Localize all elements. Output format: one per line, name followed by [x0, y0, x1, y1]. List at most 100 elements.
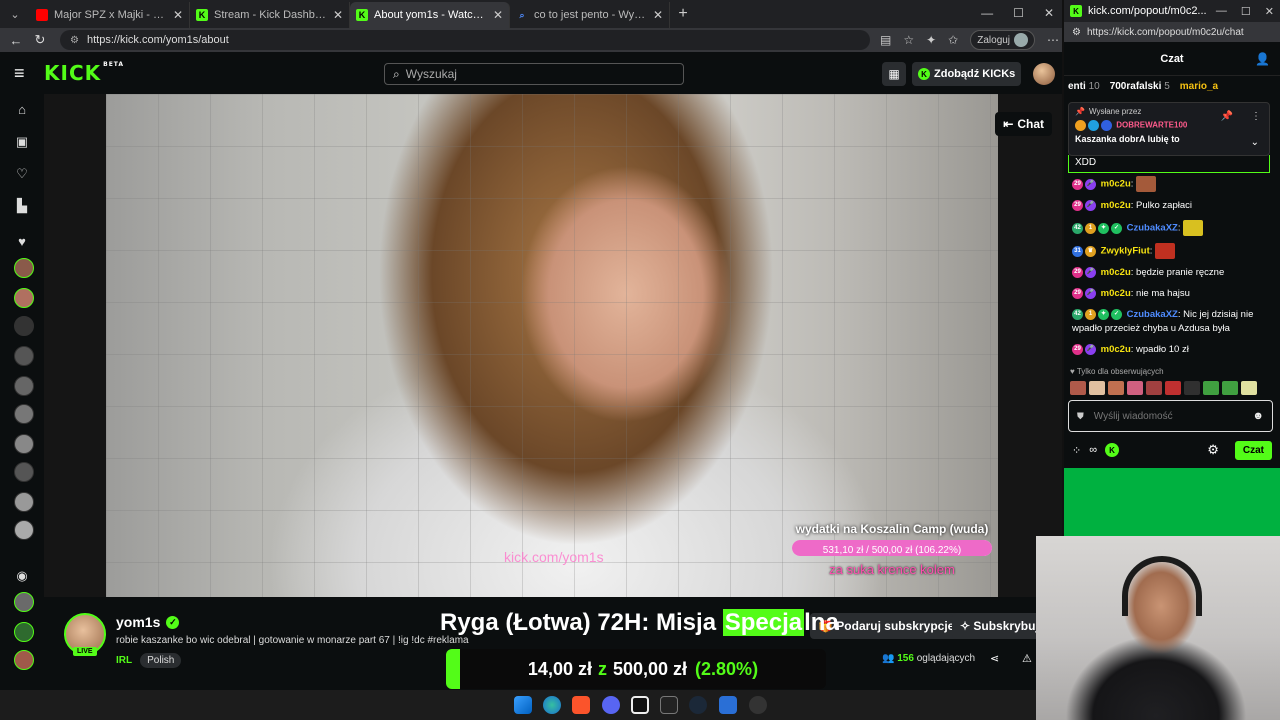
epic-games-icon[interactable]	[660, 696, 678, 714]
back-icon[interactable]: ←	[4, 33, 28, 48]
channel-name[interactable]: yom1s	[116, 614, 160, 630]
kick-icon[interactable]: K	[1105, 443, 1120, 457]
site-info-icon[interactable]: ⚙	[1072, 27, 1081, 38]
chat-username[interactable]: CzubakaXZ	[1127, 223, 1178, 234]
followed-channel-avatar[interactable]	[14, 316, 34, 336]
infinity-icon[interactable]: ∞	[1089, 444, 1097, 456]
url-field[interactable]: ⚙ https://kick.com/yom1s/about	[60, 30, 870, 50]
maximize-icon[interactable]: ☐	[1013, 6, 1024, 20]
chat-url-bar[interactable]: ⚙ https://kick.com/popout/m0c2u/chat	[1064, 22, 1280, 42]
tab-search[interactable]: ⌕ co to jest pento - Wyszukaj ✕	[510, 2, 670, 28]
new-tab-button[interactable]: +	[670, 5, 696, 23]
windows-start-icon[interactable]	[514, 696, 532, 714]
followed-channel-avatar[interactable]	[14, 288, 34, 308]
get-kicks-button[interactable]: K Zdobądź KICKs	[912, 62, 1022, 86]
emote-icon[interactable]	[1127, 381, 1143, 395]
site-info-icon[interactable]: ⚙	[70, 35, 79, 46]
profile-button[interactable]: Zaloguj	[970, 30, 1036, 50]
reload-icon[interactable]: ↻	[28, 32, 52, 48]
app-icon[interactable]	[631, 696, 649, 714]
emote-icon[interactable]	[1108, 381, 1124, 395]
brave-icon[interactable]	[572, 696, 590, 714]
more-menu-icon[interactable]: ⋯	[1047, 33, 1059, 47]
chat-toggle-button[interactable]: ⇤ Chat	[995, 112, 1052, 136]
share-icon[interactable]: ⋖	[990, 652, 999, 665]
chat-username[interactable]: m0c2u	[1101, 179, 1131, 190]
chat-username[interactable]: m0c2u	[1101, 288, 1131, 299]
chat-send-button[interactable]: Czat	[1234, 440, 1272, 460]
language-tag[interactable]: Polish	[140, 653, 182, 668]
tab-search-icon[interactable]: ⌄	[0, 8, 30, 21]
home-icon[interactable]: ⌂	[14, 102, 30, 118]
followed-channel-avatar[interactable]	[14, 346, 34, 366]
pinned-user[interactable]: DOBREWARTE100	[1116, 121, 1187, 130]
app-icon[interactable]	[719, 696, 737, 714]
emote-icon[interactable]	[1165, 381, 1181, 395]
report-icon[interactable]: ⚠	[1022, 652, 1032, 665]
browse-icon[interactable]: ▣	[14, 134, 30, 150]
emote-icon[interactable]	[1203, 381, 1219, 395]
recommended-channel-avatar[interactable]	[14, 592, 34, 612]
chat-username[interactable]: m0c2u	[1101, 200, 1131, 211]
chat-username[interactable]: m0c2u	[1101, 267, 1131, 278]
minimize-icon[interactable]: —	[1216, 5, 1227, 18]
followed-channel-avatar[interactable]	[14, 462, 34, 482]
users-icon[interactable]: 👤	[1255, 52, 1270, 66]
points-icon[interactable]: ⁘	[1072, 444, 1081, 457]
emote-icon[interactable]	[1241, 381, 1257, 395]
edge-icon[interactable]	[543, 696, 561, 714]
subscribe-button[interactable]: ✧ Subskrybuj	[952, 613, 1042, 639]
followed-channel-avatar[interactable]	[14, 376, 34, 396]
chat-username[interactable]: m0c2u	[1101, 344, 1131, 355]
category-link[interactable]: IRL	[116, 655, 132, 666]
steam-icon[interactable]	[689, 696, 707, 714]
discord-icon[interactable]	[602, 696, 620, 714]
tab-kick-dashboard[interactable]: K Stream - Kick Dashboard ✕	[190, 2, 350, 28]
followed-channel-avatar[interactable]	[14, 258, 34, 278]
emote-icon[interactable]	[1184, 381, 1200, 395]
emote-icon[interactable]	[1222, 381, 1238, 395]
emote-icon[interactable]	[1089, 381, 1105, 395]
tab-about-yom1s[interactable]: K About yom1s - Watch Live on ✕	[350, 2, 510, 28]
emote-icon[interactable]	[1146, 381, 1162, 395]
extensions-icon[interactable]: ✦	[926, 33, 936, 47]
tab-youtube[interactable]: Major SPZ x Majki - "Kalinka" - Yo ✕	[30, 2, 190, 28]
pinned-message[interactable]: 📌 Wysłane przez DOBREWARTE100 Kaszanka do…	[1068, 102, 1270, 156]
close-icon[interactable]: ✕	[493, 8, 503, 22]
reader-icon[interactable]: ▤	[880, 33, 891, 47]
close-icon[interactable]: ✕	[653, 8, 663, 22]
chat-username[interactable]: ZwyklyFiut	[1101, 246, 1150, 257]
chat-message-input[interactable]: ⛊ Wyślij wiadomość ☻	[1068, 400, 1273, 432]
followed-channel-avatar[interactable]	[14, 520, 34, 540]
unpin-icon[interactable]: 📌	[1221, 111, 1233, 122]
minimize-icon[interactable]: —	[981, 6, 993, 20]
close-icon[interactable]: ✕	[333, 8, 343, 22]
followed-channel-avatar[interactable]	[14, 492, 34, 512]
recommended-channel-avatar[interactable]	[14, 622, 34, 642]
close-window-icon[interactable]: ✕	[1265, 5, 1274, 18]
user-avatar[interactable]	[1033, 63, 1056, 85]
close-window-icon[interactable]: ✕	[1044, 6, 1054, 20]
star-icon[interactable]: ☆	[903, 33, 914, 47]
library-icon[interactable]: ▦	[882, 62, 906, 86]
close-icon[interactable]: ✕	[173, 8, 183, 22]
kick-logo[interactable]: KICK BETA	[44, 61, 124, 85]
chat-message: 42 1 ✦ ✓ CzubakaXZ:	[1072, 220, 1272, 236]
menu-icon[interactable]: ≡	[14, 63, 44, 84]
maximize-icon[interactable]: ☐	[1241, 5, 1251, 18]
gear-icon[interactable]: ⚙	[1207, 442, 1219, 458]
chat-username[interactable]: CzubakaXZ	[1127, 309, 1178, 320]
emote-icon[interactable]	[1070, 381, 1086, 395]
followed-channel-avatar[interactable]	[14, 434, 34, 454]
obs-icon[interactable]	[749, 696, 767, 714]
chevron-down-icon[interactable]: ⌄	[1251, 137, 1259, 148]
more-options-icon[interactable]: ⋮	[1251, 111, 1261, 122]
video-player[interactable]: kick.com/yom1s ⇤ Chat wydatki na Koszali…	[44, 94, 1062, 597]
followed-channel-avatar[interactable]	[14, 404, 34, 424]
clips-icon[interactable]: ▙	[14, 198, 30, 214]
emoji-icon[interactable]: ☻	[1252, 410, 1264, 422]
recommended-channel-avatar[interactable]	[14, 650, 34, 670]
following-icon[interactable]: ♡	[14, 166, 30, 182]
favorites-icon[interactable]: ✩	[948, 33, 958, 47]
search-input[interactable]: ⌕ Wyszukaj	[384, 63, 684, 85]
